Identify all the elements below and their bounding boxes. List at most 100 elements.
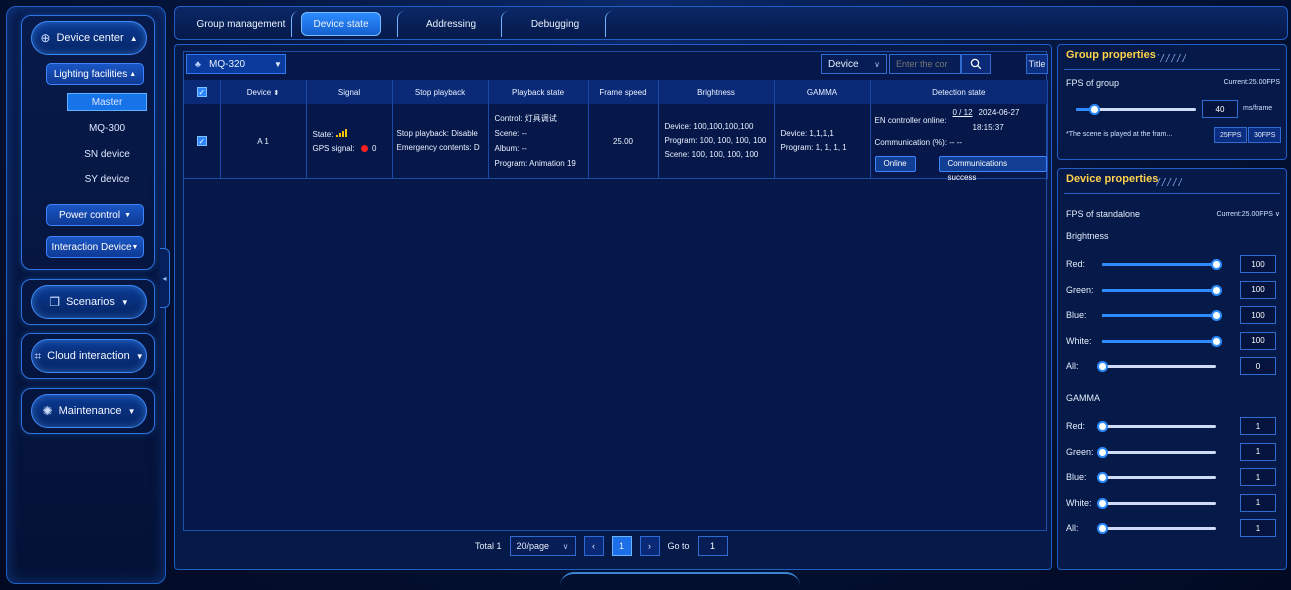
- nav-maintenance[interactable]: ✺ Maintenance ▼: [31, 394, 147, 428]
- tab-addressing[interactable]: Addressing: [411, 12, 491, 36]
- nav-power-control-label: Power control: [58, 209, 121, 221]
- fps-30-button[interactable]: 30FPS: [1248, 127, 1282, 143]
- checkbox-icon[interactable]: ✓: [196, 87, 207, 97]
- gamma-slider[interactable]: [1097, 472, 1216, 483]
- led-icon: ⊕: [40, 31, 51, 45]
- nav-leaf-sn-device[interactable]: SN device: [67, 145, 147, 163]
- cell-gamma: Device: 1,1,1,1 Program: 1, 1, 1, 1: [774, 104, 871, 179]
- device-table: ✓ Device ⬍ Signal Stop playback Playback…: [184, 80, 1048, 182]
- pagination: Total 1 20/page ∨ ‹ 1 › Go to: [475, 536, 728, 556]
- brightness-value-input[interactable]: 100: [1240, 306, 1276, 324]
- fps-25-button[interactable]: 25FPS: [1214, 127, 1248, 143]
- brightness-program: Program: 100, 100, 100, 100: [664, 136, 767, 145]
- gamma-slider-handle[interactable]: [1097, 472, 1108, 483]
- prev-page-button[interactable]: ‹: [583, 536, 604, 556]
- gamma-slider[interactable]: [1097, 421, 1216, 432]
- brightness-slider[interactable]: [1102, 259, 1222, 270]
- nav-interaction-device[interactable]: Interaction Device ▼: [46, 236, 144, 258]
- brightness-label: Blue:: [1066, 310, 1087, 320]
- device-model-value: MQ-320: [209, 58, 246, 70]
- nav-power-control[interactable]: Power control ▼: [46, 204, 144, 226]
- brightness-slider-handle[interactable]: [1097, 361, 1108, 372]
- search-button[interactable]: [961, 54, 991, 74]
- header-device[interactable]: Device ⬍: [220, 80, 307, 104]
- brightness-scene: Scene: 100, 100, 100, 100: [664, 150, 759, 159]
- detection-date: 2024-06-27: [978, 108, 1020, 117]
- header-select-all[interactable]: ✓: [184, 80, 221, 104]
- gamma-slider[interactable]: [1097, 497, 1216, 509]
- nav-leaf-mq300[interactable]: MQ-300: [67, 119, 147, 137]
- caret-down-icon: ▼: [131, 243, 139, 251]
- gamma-value-input[interactable]: 1: [1240, 493, 1276, 512]
- brightness-value-input[interactable]: 100: [1240, 255, 1276, 273]
- sort-icon[interactable]: ⬍: [273, 90, 279, 97]
- brightness-label: Green:: [1066, 284, 1094, 295]
- online-button[interactable]: Online: [874, 156, 916, 172]
- device-properties-panel: Device properties FPS of standalone Curr…: [1057, 168, 1287, 570]
- standalone-fps-label: FPS of standalone: [1066, 209, 1141, 219]
- brightness-slider-handle[interactable]: [1211, 259, 1222, 270]
- standalone-fps-select[interactable]: Current:25.00FPS ∨: [1217, 210, 1281, 218]
- row-checkbox-cell: ✓: [184, 104, 221, 179]
- table-row[interactable]: ✓ A 1 State: GPS signal: 0 Stop playback…: [184, 104, 1048, 182]
- gamma-slider[interactable]: [1097, 523, 1216, 534]
- nav-cloud-interaction[interactable]: ⌗ Cloud interaction ▼: [31, 339, 147, 373]
- group-frame-slider-handle[interactable]: [1089, 104, 1100, 115]
- bottom-decoration: [560, 572, 800, 586]
- device-model-select[interactable]: ♣ MQ-320 ▼: [186, 54, 286, 74]
- gamma-device: Device: 1,1,1,1: [780, 129, 834, 138]
- tab-separator: [501, 11, 509, 37]
- nav-lighting-facilities[interactable]: Lighting facilities ▲: [46, 63, 144, 85]
- communications-success-button[interactable]: Communications success: [938, 156, 1047, 182]
- brightness-value-input[interactable]: 0: [1240, 357, 1276, 375]
- brightness-slider-handle[interactable]: [1211, 310, 1222, 321]
- brightness-value-input[interactable]: 100: [1240, 331, 1276, 350]
- row-checkbox[interactable]: ✓: [196, 136, 207, 146]
- header-playback-state: Playback state: [488, 80, 589, 104]
- nav-scenarios[interactable]: ❐ Scenarios ▼: [31, 285, 147, 319]
- gamma-value-input[interactable]: 1: [1240, 519, 1276, 537]
- goto-page-input[interactable]: [697, 536, 728, 556]
- gamma-value-input[interactable]: 1: [1240, 468, 1276, 486]
- gamma-value-input[interactable]: 1: [1240, 417, 1276, 435]
- tab-group-management[interactable]: Group management: [189, 12, 293, 36]
- gamma-value-input[interactable]: 1: [1240, 442, 1276, 461]
- device-properties-title: Device properties: [1066, 173, 1159, 185]
- en-controller-online: EN controller online:: [875, 116, 947, 125]
- nav-leaf-sy-device[interactable]: SY device: [67, 170, 147, 188]
- cell-stop-playback: Stop playback: Disable Emergency content…: [392, 104, 489, 179]
- brightness-slider[interactable]: [1102, 284, 1222, 296]
- gamma-slider[interactable]: [1097, 446, 1216, 458]
- brightness-slider-handle[interactable]: [1211, 335, 1222, 347]
- sidebar-collapse-handle[interactable]: ◂: [160, 248, 170, 308]
- device-table-area: ♣ MQ-320 ▼ Device ∨ Title: [183, 51, 1048, 531]
- page-number-button[interactable]: 1: [611, 536, 632, 556]
- device-state-panel: ♣ MQ-320 ▼ Device ∨ Title: [174, 44, 1052, 570]
- group-frame-slider[interactable]: [1076, 104, 1196, 115]
- brightness-slider[interactable]: [1102, 310, 1222, 321]
- gamma-slider-handle[interactable]: [1097, 446, 1108, 458]
- group-frame-input[interactable]: 40: [1202, 100, 1238, 118]
- brightness-slider[interactable]: [1097, 361, 1216, 372]
- tab-debugging[interactable]: Debugging: [515, 12, 595, 36]
- title-button[interactable]: Title: [1026, 54, 1048, 74]
- en-controller-label: EN controller online:: [874, 116, 947, 125]
- en-controller-value[interactable]: 0 / 12: [953, 108, 973, 117]
- nav-leaf-master[interactable]: Master: [67, 93, 147, 111]
- brightness-slider-handle[interactable]: [1211, 284, 1222, 296]
- filter-select[interactable]: Device ∨: [821, 54, 887, 74]
- cell-brightness: Device: 100,100,100,100 Program: 100, 10…: [658, 104, 775, 179]
- gamma-slider-handle[interactable]: [1097, 523, 1108, 534]
- tab-device-state[interactable]: Device state: [301, 12, 381, 36]
- title-decoration: [1158, 54, 1186, 62]
- group-properties-title: Group properties: [1066, 49, 1156, 61]
- gamma-label: White:: [1066, 497, 1092, 508]
- brightness-slider[interactable]: [1102, 335, 1222, 347]
- brightness-value-input[interactable]: 100: [1240, 280, 1276, 299]
- gamma-slider-handle[interactable]: [1097, 421, 1108, 432]
- gamma-slider-handle[interactable]: [1097, 497, 1108, 509]
- search-input[interactable]: [889, 54, 961, 74]
- page-size-select[interactable]: 20/page ∨: [509, 536, 576, 556]
- nav-device-center[interactable]: ⊕ Device center ▲: [31, 21, 147, 55]
- next-page-button[interactable]: ›: [639, 536, 660, 556]
